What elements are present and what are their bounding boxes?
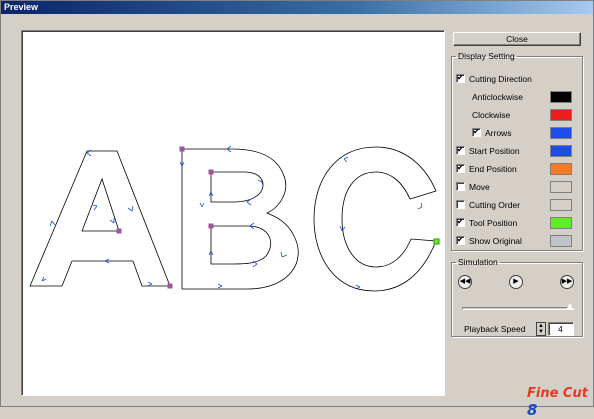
letters-preview [29,145,440,292]
checkbox-arrows[interactable] [472,126,481,138]
label-anticlockwise: Anticlockwise [472,92,524,102]
label-cutting-direction: Cutting Direction [469,74,532,84]
color-swatch-tool-position[interactable] [550,217,572,229]
color-swatch-clockwise[interactable] [550,109,572,121]
color-swatch-start-position[interactable] [550,145,572,157]
label-start-position: Start Position [469,146,520,156]
preview-canvas[interactable] [21,30,445,396]
checkbox-move[interactable] [456,182,465,191]
color-swatch-cutting-order[interactable] [550,199,572,211]
simulation-group: Simulation ◀◀ ▶ ▶▶ Playback Speed ▲ ▼ 4 [451,257,583,337]
checkbox-show-original[interactable] [456,234,465,246]
color-swatch-arrows[interactable] [550,127,572,139]
forward-end-icon[interactable]: ▶▶ [560,275,574,289]
play-icon[interactable]: ▶ [509,275,523,289]
checkbox-start-position[interactable] [456,144,465,156]
label-clockwise: Clockwise [472,110,511,120]
rewind-icon[interactable]: ◀◀ [458,275,472,289]
color-swatch-show-original[interactable] [550,235,572,247]
playback-speed-label: Playback Speed [464,324,526,334]
simulation-legend: Simulation [458,257,498,267]
display-setting-group: Display Setting Cutting Direction Anticlo… [451,51,583,251]
letter-b-outline [181,148,299,290]
display-setting-legend: Display Setting [458,51,515,61]
playback-speed-input[interactable]: 4 [548,322,574,336]
direction-arrows [41,145,423,290]
color-swatch-move[interactable] [550,181,572,193]
slider-thumb[interactable] [566,303,574,310]
tool-position-marker [433,238,440,245]
label-show-original: Show Original [469,236,522,246]
checkbox-cutting-order[interactable] [456,200,465,209]
label-cutting-order: Cutting Order [469,200,521,210]
playback-speed-spinner[interactable]: ▲ ▼ [536,322,546,336]
letter-c-outline [313,146,437,292]
checkbox-tool-position[interactable] [456,216,465,228]
position-markers [116,146,440,289]
label-arrows: Arrows [485,128,512,138]
letter-a-outline [29,150,171,287]
color-swatch-end-position[interactable] [550,163,572,175]
checkbox-cutting-direction[interactable] [456,72,465,84]
label-tool-position: Tool Position [469,218,518,228]
fine-cut-logo: Fine Cut 8 [527,386,588,419]
checkbox-end-position[interactable] [456,162,465,174]
window-title: Preview [1,1,593,14]
label-end-position: End Position [469,164,517,174]
preview-window: Preview Close Display Setting ✔ Cutting … [0,0,594,419]
color-swatch-anticlockwise[interactable] [550,91,572,103]
simulation-slider[interactable] [462,307,574,310]
label-move: Move [469,182,490,192]
close-button[interactable]: Close [453,32,581,46]
